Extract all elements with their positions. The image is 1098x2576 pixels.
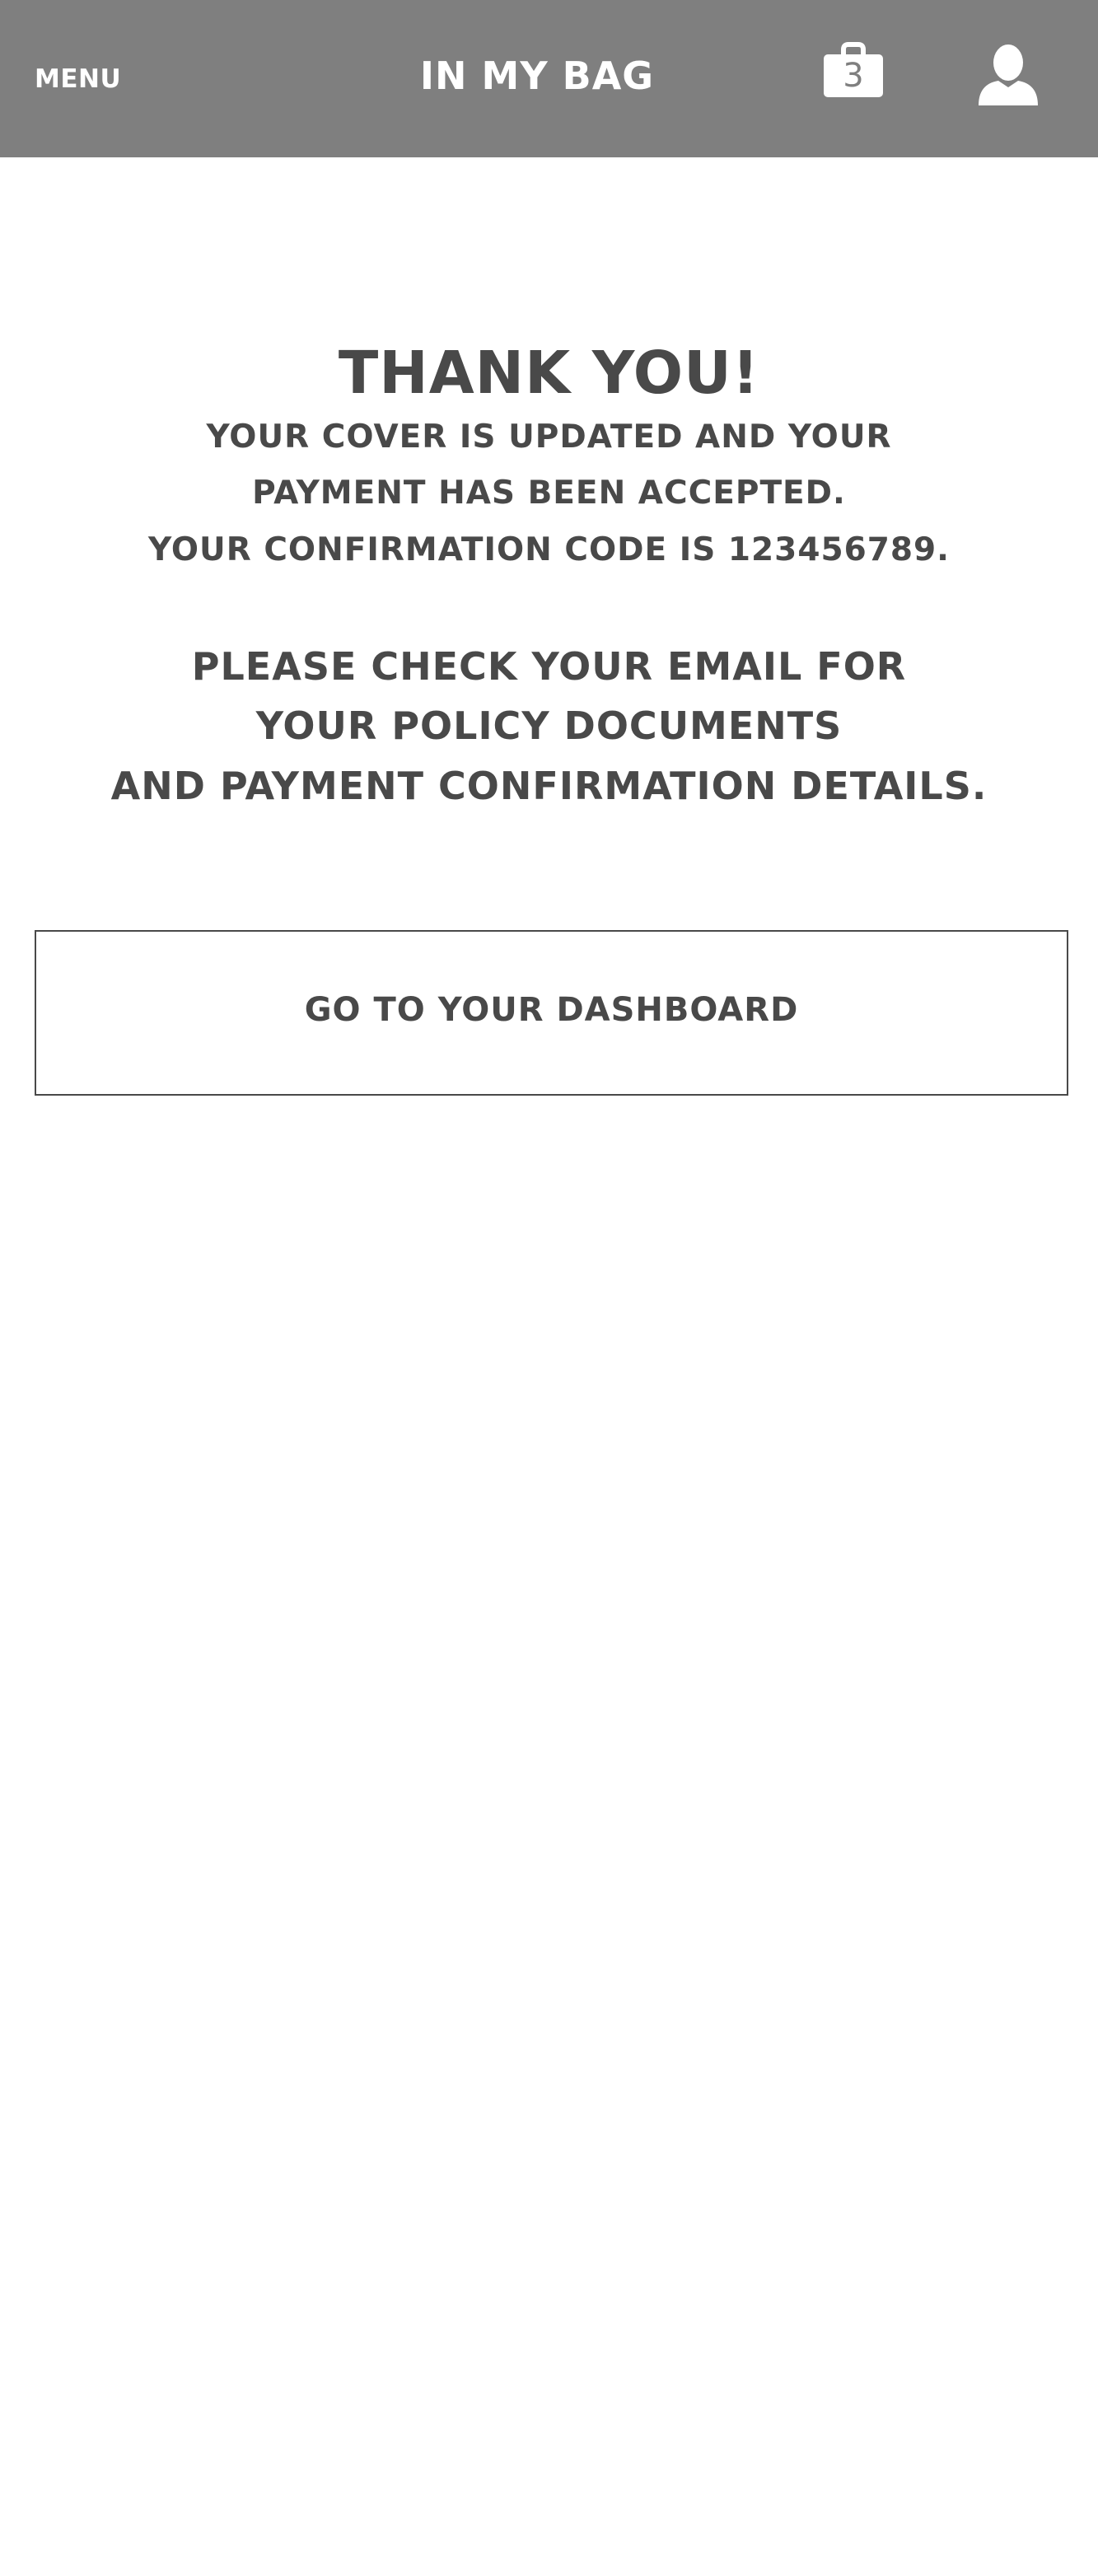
page-title: IN MY BAG [419,54,655,98]
bag-button[interactable]: 3 [821,41,885,99]
go-to-dashboard-button[interactable]: GO TO YOUR DASHBOARD [35,930,1068,1096]
thank-you-heading: THANK YOU! [338,339,760,407]
user-icon [979,44,1038,105]
payment-accepted-text: PAYMENT HAS BEEN ACCEPTED. [252,475,846,512]
email-notice-line-3: AND PAYMENT CONFIRMATION DETAILS. [110,764,988,808]
menu-button[interactable]: MENU [35,64,121,94]
top-bar: MENU IN MY BAG 3 [0,0,1098,157]
bag-count-badge: 3 [843,57,864,95]
confirmation-code-text: YOUR CONFIRMATION CODE IS 123456789. [148,531,950,568]
cover-updated-text: YOUR COVER IS UPDATED AND YOUR [206,418,892,456]
email-notice-line-2: YOUR POLICY DOCUMENTS [255,704,843,748]
account-button[interactable] [977,43,1040,107]
email-notice-line-1: PLEASE CHECK YOUR EMAIL FOR [191,644,907,689]
